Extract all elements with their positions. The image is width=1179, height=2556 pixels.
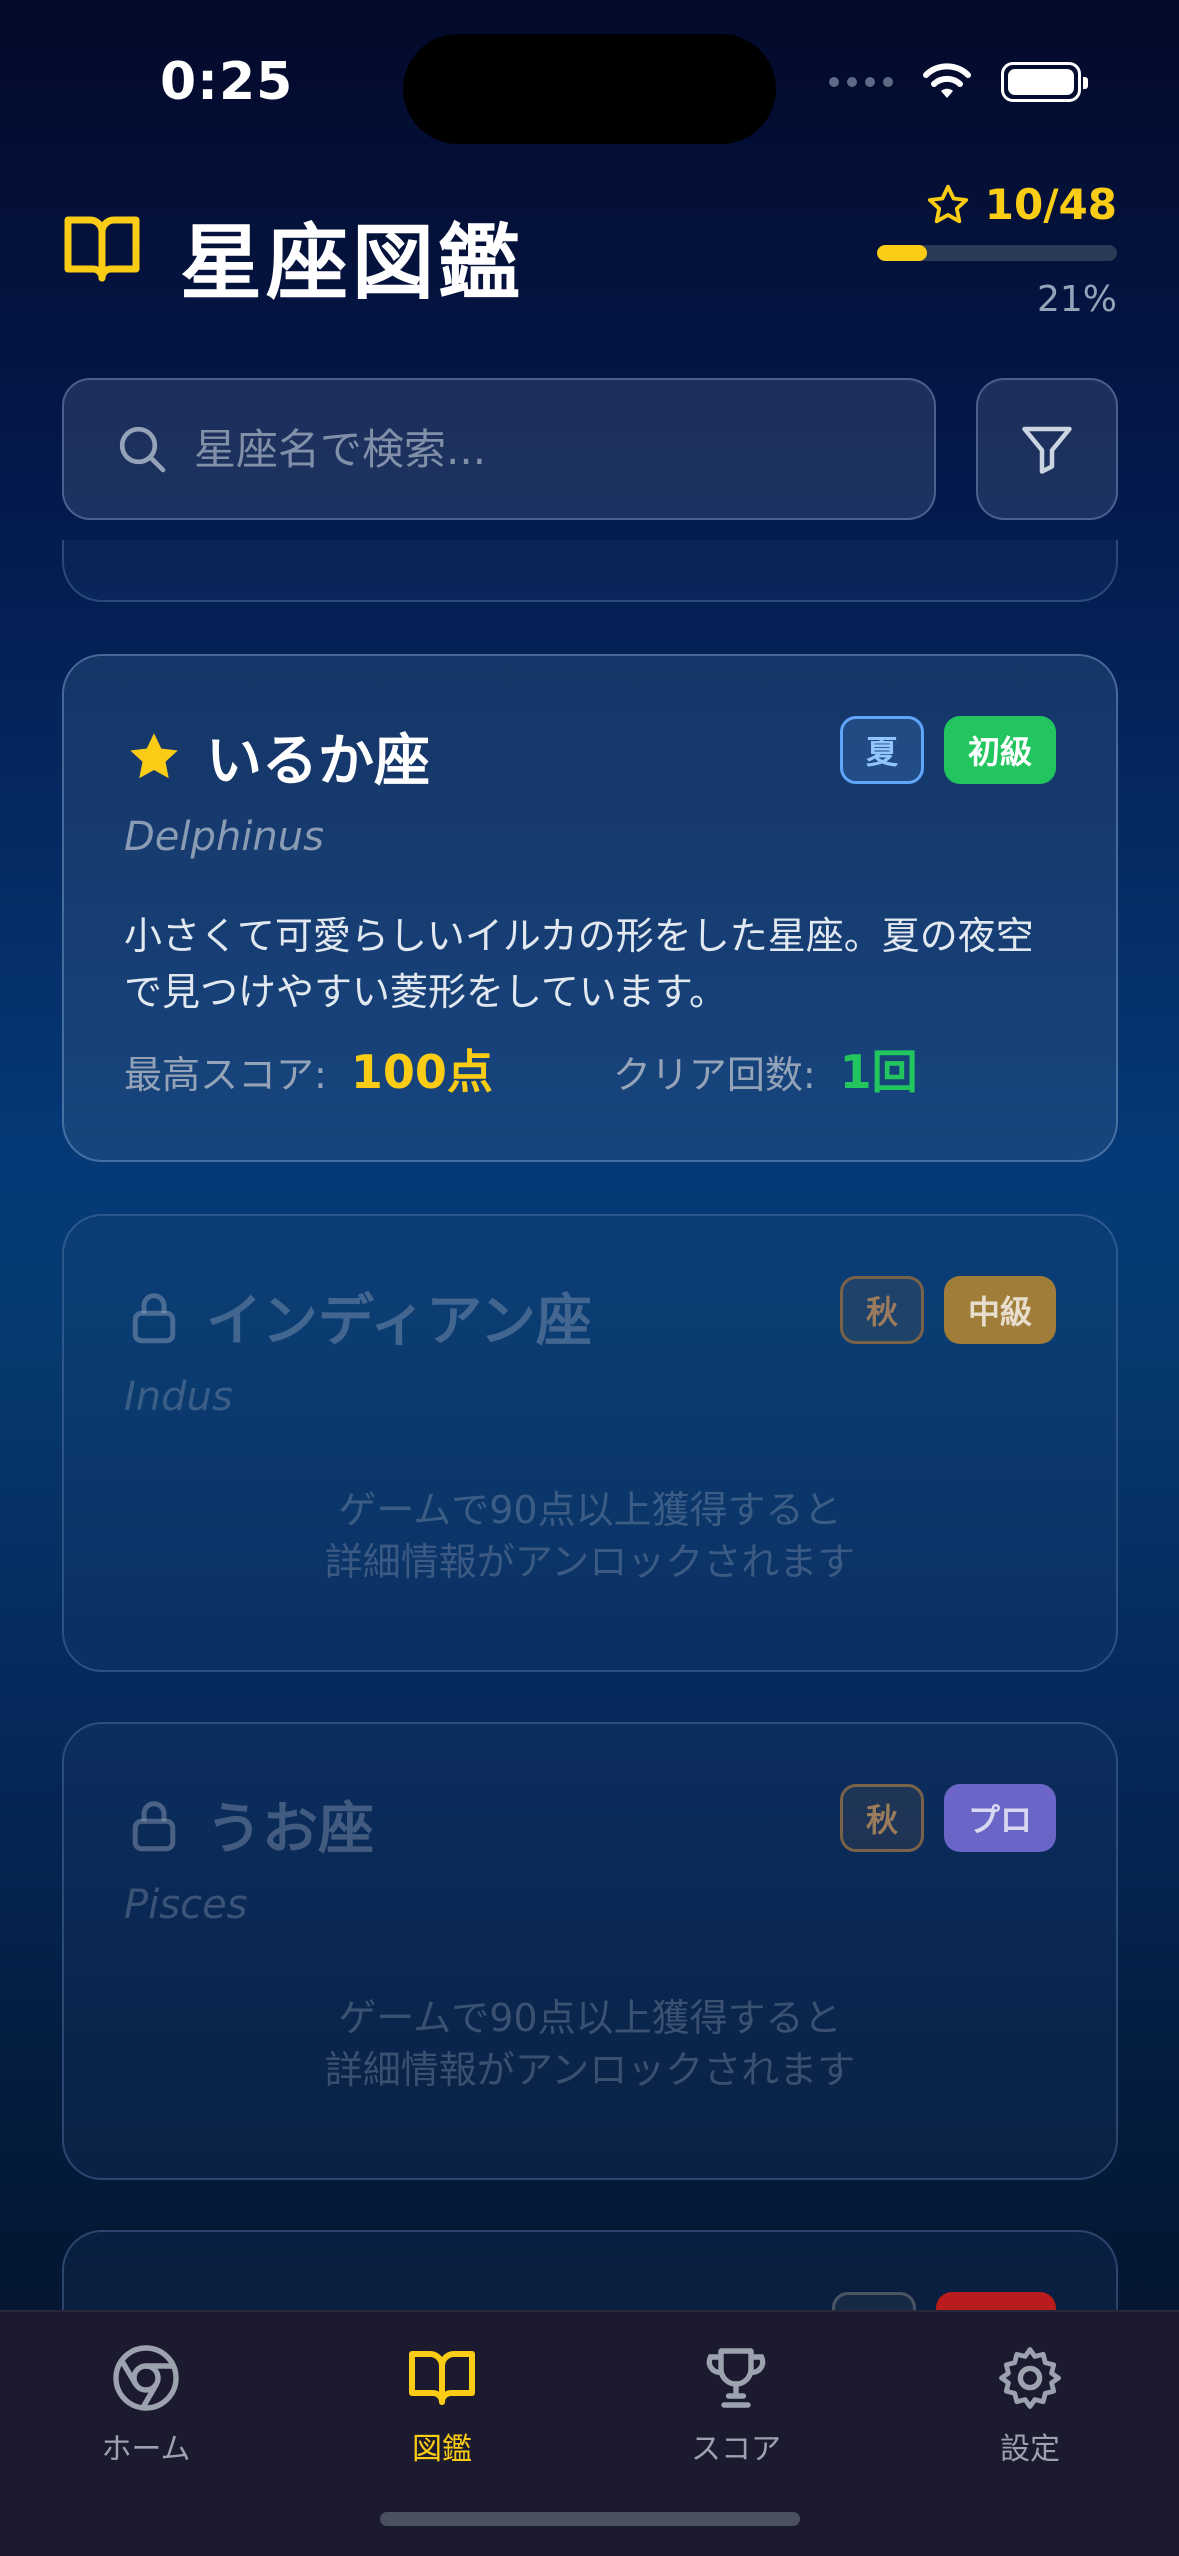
constellation-list[interactable]: いるか座 夏 初級 Delphinus 小さくて可愛らしいイルカの形をした星座。… [0, 540, 1179, 2310]
badges: 秋 プロ [839, 1784, 1056, 1852]
level-badge: 初級 [943, 716, 1056, 784]
page-title: 星座図鑑 [180, 216, 525, 311]
constellation-card-partial[interactable] [62, 540, 1118, 602]
best-score-label: 最高スコア: [124, 1053, 327, 1097]
constellation-name: インディアン座 [206, 1289, 592, 1354]
latin-name: Pisces [124, 1882, 248, 1928]
tab-label: 設定 [1000, 2432, 1060, 2467]
constellation-card-partial[interactable] [62, 2230, 1118, 2310]
progress-percent: 21% [1036, 279, 1117, 320]
book-icon [64, 216, 140, 282]
latin-name: Delphinus [124, 814, 324, 860]
card-header: いるか座 [124, 716, 430, 797]
card-header: うお座 [124, 1784, 374, 1865]
lock-icon [132, 1292, 176, 1343]
collection-progress: 10/48 21% [877, 180, 1117, 320]
locked-message-line: ゲームで90点以上獲得すると [338, 1996, 842, 2040]
wifi-icon [923, 63, 971, 98]
locked-message-line: 詳細情報がアンロックされます [324, 2048, 856, 2092]
constellation-name: うお座 [206, 1797, 374, 1862]
constellation-name: いるか座 [206, 729, 430, 794]
lock-icon [132, 1800, 176, 1851]
search-icon [119, 426, 166, 473]
progress-bar [877, 245, 1117, 261]
season-badge: 夏 [839, 716, 924, 784]
tab-label: 図鑑 [412, 2432, 472, 2467]
progress-bar-fill [877, 245, 928, 261]
latin-name: Indus [124, 1374, 233, 1420]
season-badge: 秋 [839, 1276, 924, 1344]
filter-icon [1022, 426, 1072, 474]
badges [832, 2292, 1056, 2310]
home-icon [113, 2345, 179, 2411]
search-input[interactable] [194, 424, 914, 474]
constellation-card[interactable]: インディアン座 秋 中級 Indus ゲームで90点以上獲得すると 詳細情報がア… [62, 1214, 1118, 1672]
constellation-description: 小さくて可愛らしいイルカの形をした星座。夏の夜空で見つけやすい菱形をしています。 [124, 914, 1034, 1014]
level-badge [936, 2292, 1056, 2310]
locked-message: ゲームで90点以上獲得すると 詳細情報がアンロックされます [64, 1484, 1116, 1588]
constellation-card[interactable]: いるか座 夏 初級 Delphinus 小さくて可愛らしいイルカの形をした星座。… [62, 654, 1118, 1162]
badges: 夏 初級 [839, 716, 1056, 784]
tab-settings[interactable]: 設定 [930, 2342, 1130, 2468]
level-badge: プロ [943, 1784, 1056, 1852]
dynamic-island [403, 34, 776, 144]
filter-button[interactable] [976, 378, 1118, 520]
constellation-card[interactable]: うお座 秋 プロ Pisces ゲームで90点以上獲得すると 詳細情報がアンロッ… [62, 1722, 1118, 2180]
star-filled-icon [130, 732, 178, 778]
card-stats: 最高スコア: 100点 クリア回数: 1回 [124, 1036, 918, 1102]
gear-icon [999, 2347, 1061, 2409]
book-icon [409, 2351, 475, 2405]
status-indicators [829, 62, 1088, 102]
search-box[interactable] [62, 378, 936, 520]
star-outline-icon [927, 184, 968, 223]
battery-icon [1001, 62, 1088, 102]
trophy-icon [706, 2348, 766, 2408]
tab-encyclopedia[interactable]: 図鑑 [342, 2342, 542, 2468]
tab-score[interactable]: スコア [636, 2342, 836, 2468]
progress-label: 10/48 [984, 180, 1117, 229]
badges: 秋 中級 [839, 1276, 1056, 1344]
locked-message: ゲームで90点以上獲得すると 詳細情報がアンロックされます [64, 1992, 1116, 2096]
locked-message-line: 詳細情報がアンロックされます [324, 1540, 856, 1584]
progress-count: 10/48 [877, 180, 1117, 229]
level-badge: 中級 [943, 1276, 1056, 1344]
locked-message-line: ゲームで90点以上獲得すると [338, 1488, 842, 1532]
tab-home[interactable]: ホーム [46, 2342, 246, 2468]
season-badge [832, 2292, 916, 2310]
home-indicator [380, 2512, 800, 2526]
best-score-value: 100点 [350, 1045, 493, 1099]
card-header: インディアン座 [124, 1276, 592, 1357]
status-time: 0:25 [160, 52, 294, 112]
clear-count-label: クリア回数: [612, 1053, 816, 1097]
tab-label: スコア [691, 2432, 781, 2467]
cellular-signal-icon [829, 77, 893, 87]
season-badge: 秋 [839, 1784, 924, 1852]
clear-count-value: 1回 [839, 1045, 918, 1099]
tab-label: ホーム [101, 2432, 191, 2467]
